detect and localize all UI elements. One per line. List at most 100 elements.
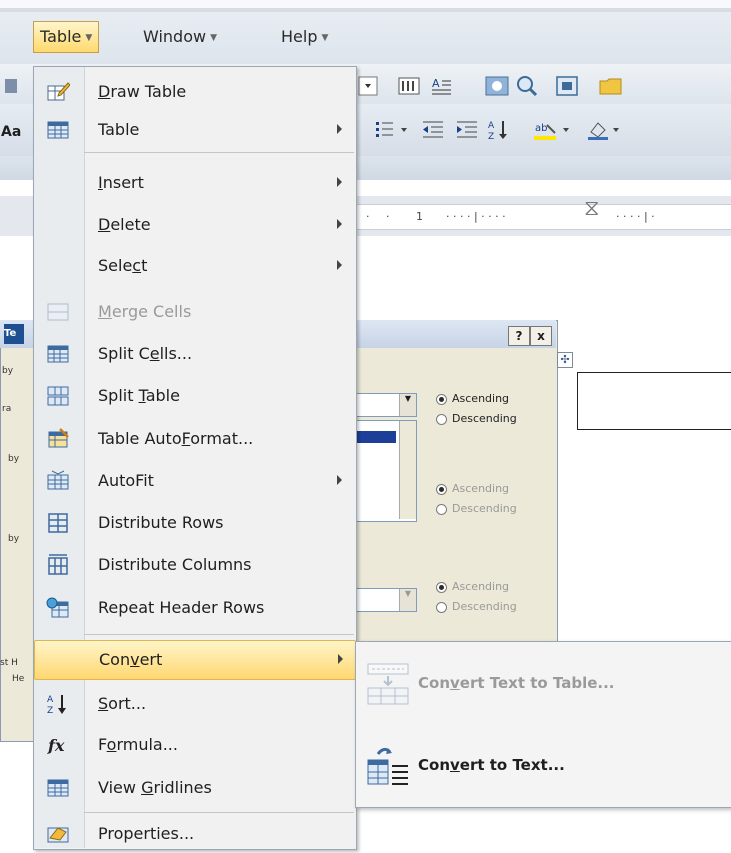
menu-item-label: Repeat Header Rows [98, 598, 265, 617]
radio-label: Ascending [452, 482, 510, 495]
document-table[interactable] [577, 372, 731, 430]
table-move-handle-icon[interactable]: ✣ [557, 352, 573, 368]
radio-circle [436, 413, 447, 425]
menu-item-label: Split Cells... [98, 344, 193, 363]
menu-item-repeat-header-rows[interactable]: Repeat Header Rows [34, 589, 354, 627]
close-button[interactable]: x [530, 326, 552, 346]
full-screen-icon[interactable] [552, 72, 582, 100]
menubar-table[interactable]: Table ▼ [33, 21, 100, 53]
dialog-left-label: He [12, 674, 25, 684]
dialog-left-label: by [2, 366, 14, 376]
text-direction-icon[interactable]: A [426, 72, 456, 100]
menu-item-label: Delete [98, 215, 151, 234]
sort-by-list[interactable] [355, 420, 417, 522]
menu-item-merge-cells[interactable]: Merge Cells [34, 293, 354, 331]
text-to-table-icon [366, 662, 410, 706]
menubar-window[interactable]: Window ▼ [137, 22, 223, 52]
menu-item-properties[interactable]: Properties... [34, 815, 354, 853]
decrease-indent-icon[interactable] [418, 116, 448, 144]
menubar-help[interactable]: Help ▼ [275, 22, 334, 52]
sort-az-icon[interactable]: AZ [484, 116, 514, 144]
columns-icon[interactable] [394, 72, 424, 100]
chevron-down-icon: ▼ [210, 32, 218, 43]
menu-item-select[interactable]: Select [34, 247, 354, 285]
submenu-arrow-icon [338, 654, 343, 664]
chevron-down-icon: ▼ [321, 32, 329, 43]
radio-ascending-2[interactable]: Ascending [436, 482, 509, 495]
menu-item-insert[interactable]: Insert [34, 164, 354, 202]
dialog-left-label: st H [0, 658, 18, 668]
chevron-down-icon[interactable]: ▼ [399, 394, 416, 416]
svg-text:Z: Z [488, 132, 494, 142]
menu-item-label: Draw Table [98, 82, 187, 101]
chevron-down-icon: ▼ [85, 32, 93, 43]
radio-circle [436, 503, 447, 515]
then-by-combo[interactable]: ▼ [355, 588, 417, 612]
svg-text:A: A [488, 121, 495, 131]
menu-item-sort[interactable]: AZ Sort... [34, 685, 354, 723]
menu-item-split-cells[interactable]: Split Cells... [34, 335, 354, 373]
toolbar-dropdown[interactable] [356, 72, 380, 100]
toolbar-button-left[interactable] [0, 72, 30, 100]
menu-item-label: Distribute Columns [98, 555, 252, 574]
ruler-scale[interactable]: · · 1 · · · · | · · · · ⧖ · · · · | · [356, 197, 731, 230]
radio-ascending-3[interactable]: Ascending [436, 580, 509, 593]
radio-descending-2[interactable]: Descending [436, 502, 517, 515]
menu-item-delete[interactable]: Delete [34, 206, 354, 244]
ruler-dots: · · · · | · · · · [446, 210, 506, 223]
menu-item-formula[interactable]: fx Formula... [34, 726, 354, 764]
increase-indent-icon[interactable] [452, 116, 482, 144]
zoom-icon[interactable] [512, 72, 542, 100]
menu-item-split-table[interactable]: Split Table [34, 377, 354, 415]
radio-descending-3[interactable]: Descending [436, 600, 517, 613]
distribute-columns-icon [46, 553, 70, 577]
menu-item-label: AutoFit [98, 471, 154, 490]
help-button[interactable]: ? [508, 326, 530, 346]
menu-separator [84, 634, 354, 635]
menu-item-label: Formula... [98, 735, 178, 754]
menu-item-view-gridlines[interactable]: View Gridlines [34, 769, 354, 807]
menu-item-label: Properties... [98, 824, 195, 843]
menu-item-table[interactable]: Table [34, 111, 354, 149]
sort-by-combo[interactable]: ▼ [355, 393, 417, 417]
gridlines-icon [46, 776, 70, 800]
font-preview[interactable]: Aa [0, 118, 30, 146]
radio-circle [436, 393, 447, 405]
submenu-item-label: Convert Text to Table... [418, 674, 615, 692]
scrollbar[interactable] [399, 421, 416, 519]
research-icon[interactable] [482, 72, 512, 100]
submenu-item-convert-to-text[interactable]: Convert to Text... [356, 730, 730, 800]
menu-item-distribute-rows[interactable]: Distribute Rows [34, 504, 354, 542]
menu-item-label: Table AutoFormat... [98, 429, 254, 448]
menu-item-draw-table[interactable]: Draw Table [34, 73, 354, 111]
bullets-icon[interactable] [372, 116, 414, 144]
radio-label: Ascending [452, 392, 510, 405]
chevron-down-icon[interactable]: ▼ [399, 589, 416, 611]
ruler-dots-left: · [366, 210, 370, 223]
dialog-left-label: Te [4, 324, 24, 344]
menu-item-distribute-columns[interactable]: Distribute Columns [34, 546, 354, 584]
svg-text:A: A [47, 695, 54, 705]
ruler-number: 1 [416, 210, 423, 223]
shading-icon[interactable] [584, 116, 626, 144]
menu-item-autofit[interactable]: AutoFit [34, 462, 354, 500]
menu-separator [84, 812, 354, 813]
radio-ascending-1[interactable]: Ascending [436, 392, 509, 405]
column-marker-icon[interactable]: ⧖ [584, 197, 599, 221]
radio-label: Ascending [452, 580, 510, 593]
merge-cells-icon [46, 300, 70, 324]
selected-list-item[interactable] [356, 431, 396, 443]
radio-circle [436, 601, 447, 613]
radio-descending-1[interactable]: Descending [436, 412, 517, 425]
svg-text:fx: fx [47, 736, 65, 755]
submenu-item-convert-text-to-table[interactable]: Convert Text to Table... [356, 648, 730, 718]
submenu-arrow-icon [337, 219, 342, 229]
highlight-icon[interactable]: ab [530, 116, 578, 144]
menu-item-label: Sort... [98, 694, 147, 713]
menu-item-table-autoformat[interactable]: Table AutoFormat... [34, 420, 354, 458]
folder-icon[interactable] [596, 72, 626, 100]
repeat-header-icon [46, 596, 70, 620]
sort-az-icon: AZ [46, 692, 70, 716]
menu-item-convert[interactable]: Convert [34, 640, 356, 680]
menu-item-label: Split Table [98, 386, 180, 405]
